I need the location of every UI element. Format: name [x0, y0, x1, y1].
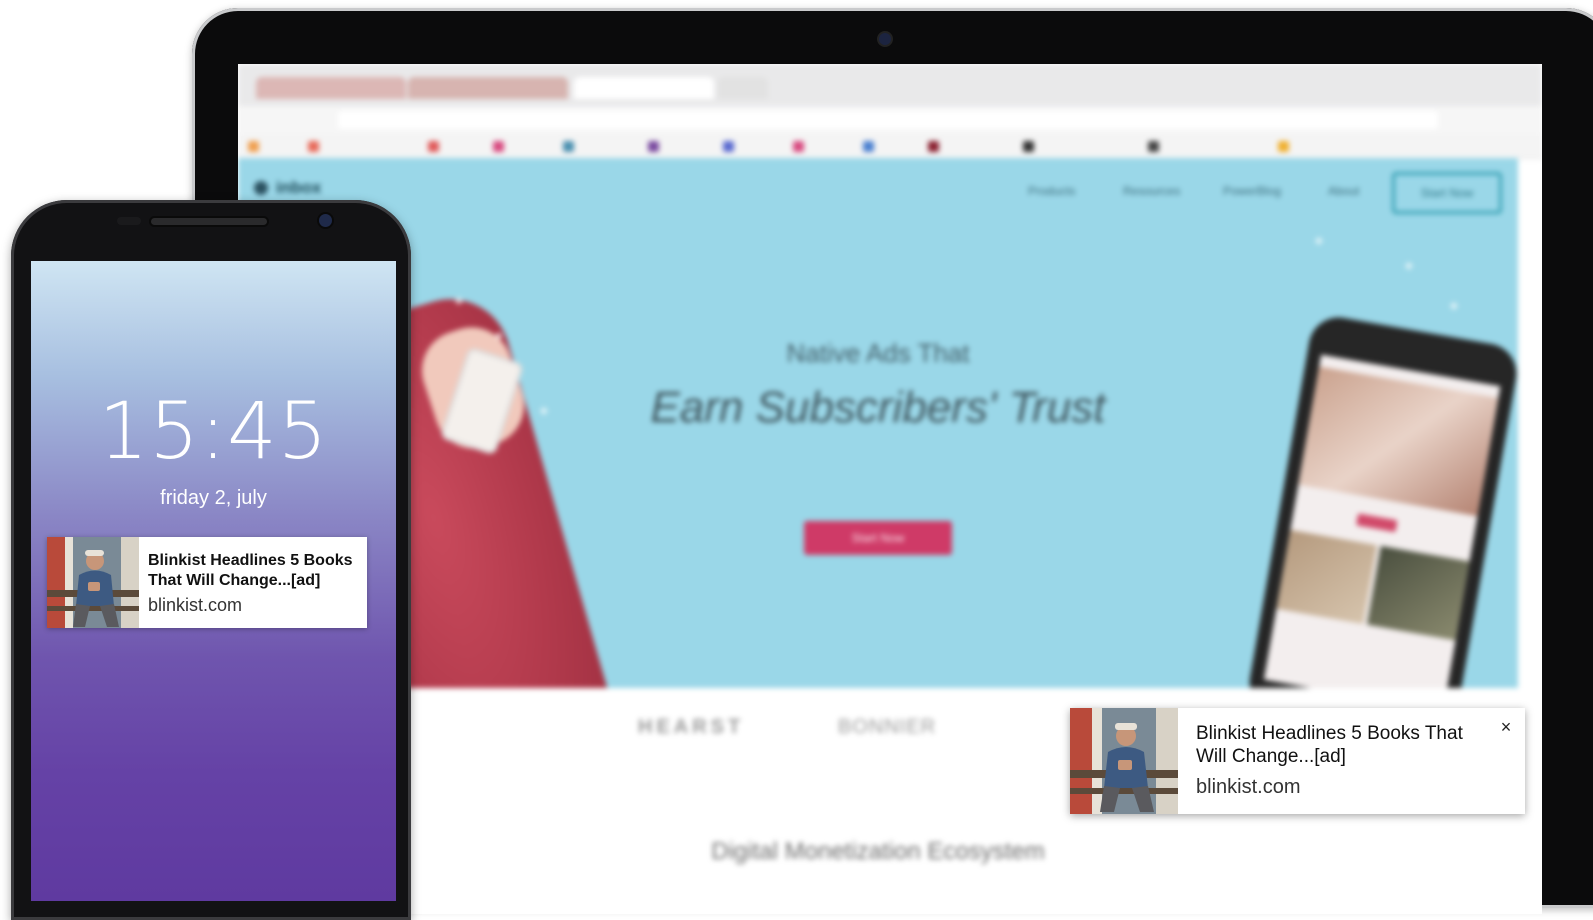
earpiece-speaker [151, 218, 267, 225]
phone-push-notification[interactable]: Blinkist Headlines 5 Books That Will Cha… [47, 537, 367, 628]
sparkle-icon: ✦ [1403, 258, 1415, 274]
bookmark-item[interactable] [493, 140, 504, 152]
nav-powerblog[interactable]: PowerBlog [1223, 184, 1281, 198]
bookmark-item[interactable] [1023, 140, 1034, 152]
close-icon[interactable]: × [1495, 716, 1517, 738]
hero-phone-button [1356, 513, 1398, 533]
browser-tab-bar [238, 64, 1542, 106]
bookmark-item[interactable] [248, 140, 259, 152]
browser-tab-active[interactable] [574, 77, 714, 99]
hero-phone-image [1298, 366, 1499, 517]
lock-screen: 15:45 friday 2, july Blinkist Headlines … [31, 261, 396, 901]
nav-products[interactable]: Products [1028, 184, 1075, 198]
hero-phone-image [1366, 545, 1470, 641]
bookmark-item[interactable] [308, 140, 319, 152]
nav-resources[interactable]: Resources [1123, 184, 1180, 198]
hero-phone-screen [1263, 354, 1501, 688]
bookmark-item[interactable] [793, 140, 804, 152]
section-title: Digital Monetization Ecosystem [711, 838, 1045, 865]
bookmark-item[interactable] [428, 140, 439, 152]
bookmark-item[interactable] [723, 140, 734, 152]
notification-thumbnail-image [1070, 708, 1178, 814]
proximity-sensor-icon [117, 217, 141, 225]
address-bar [238, 106, 1542, 135]
site-logo[interactable]: inbox [254, 178, 321, 198]
smartphone-device: 15:45 friday 2, july Blinkist Headlines … [11, 200, 411, 920]
notification-domain: blinkist.com [148, 595, 243, 615]
nav-about[interactable]: About [1328, 184, 1359, 198]
hero-subheading: Earn Subscribers' Trust [650, 383, 1106, 432]
brand-logo-bonnier: BONNIER [838, 716, 937, 738]
webcam-icon [879, 33, 891, 45]
bookmark-item[interactable] [1278, 140, 1289, 152]
bookmark-item[interactable] [863, 140, 874, 152]
desktop-push-notification[interactable]: Blinkist Headlines 5 Books That Will Cha… [1070, 708, 1525, 814]
sparkle-icon: ✦ [1448, 298, 1460, 314]
bookmarks-bar [238, 134, 1542, 159]
bookmark-item[interactable] [928, 140, 939, 152]
notification-title: Blinkist Headlines 5 Books That Will Cha… [1196, 723, 1463, 767]
hero-heading: Native Ads That [786, 338, 970, 368]
browser-tab[interactable] [718, 77, 768, 99]
brand-logo-hearst: HEARST [638, 716, 745, 738]
bookmark-item[interactable] [1148, 140, 1159, 152]
lock-screen-date: friday 2, july [160, 487, 267, 509]
sparkle-icon: ✦ [538, 403, 550, 419]
lock-screen-time: 15:45 [98, 387, 329, 477]
bookmark-item[interactable] [648, 140, 659, 152]
url-field[interactable] [338, 111, 1438, 129]
hero-start-now-button[interactable]: Start Now [804, 521, 952, 555]
logo-icon [254, 181, 268, 195]
hero-phone-image [1276, 529, 1377, 624]
sparkle-icon: ✦ [453, 293, 465, 309]
notification-thumbnail-image [47, 537, 139, 628]
sparkle-icon: ✦ [493, 328, 505, 344]
front-camera-icon [319, 214, 332, 227]
nav-start-now-button[interactable]: Start Now [1392, 172, 1502, 214]
browser-tab[interactable] [256, 77, 406, 99]
browser-tab[interactable] [408, 77, 568, 99]
notification-domain: blinkist.com [1196, 776, 1301, 798]
notification-title: Blinkist Headlines 5 Books That Will Cha… [148, 552, 353, 589]
hero-phone-mockup [1244, 312, 1518, 688]
bookmark-item[interactable] [563, 140, 574, 152]
sparkle-icon: ✦ [1313, 233, 1325, 249]
hero-section: inbox Products Resources PowerBlog About… [238, 158, 1518, 688]
